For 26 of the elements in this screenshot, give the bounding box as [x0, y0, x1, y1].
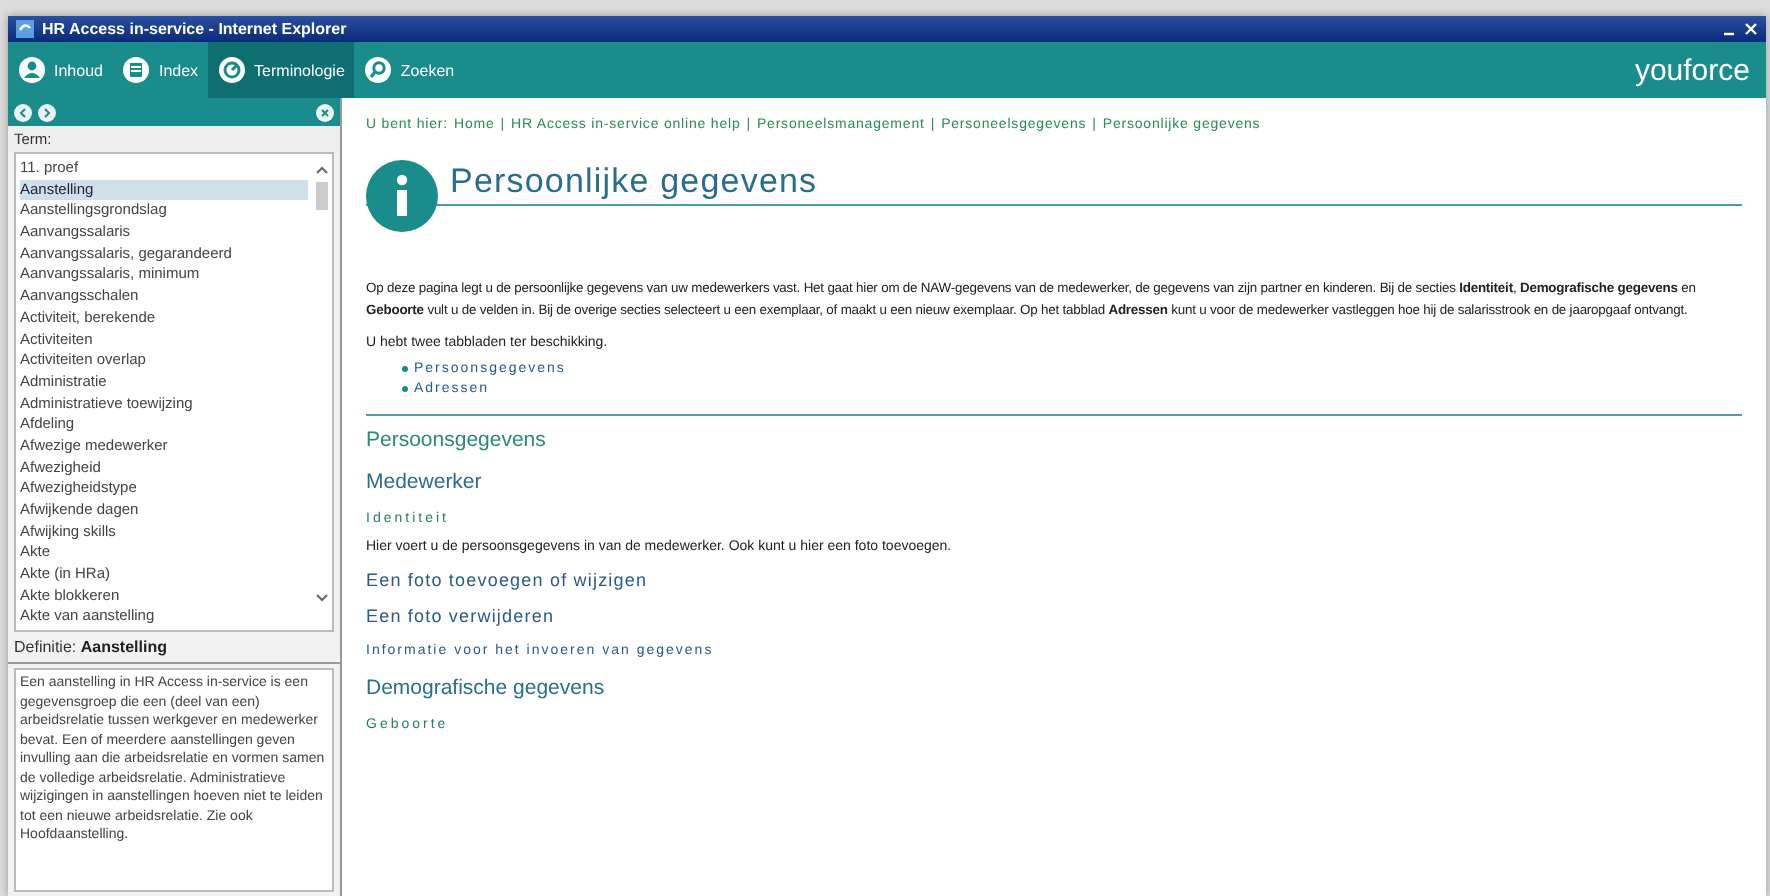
toolbar-tab[interactable]: Inhoud [8, 42, 113, 98]
toolbar-tab[interactable]: Index [112, 42, 209, 98]
browser-icon [16, 20, 34, 38]
scroll-down-icon[interactable] [316, 594, 328, 602]
brand-logo: youforce [1634, 53, 1752, 87]
bullet-icon [402, 366, 408, 372]
window-title: HR Access in-service - Internet Explorer [42, 20, 349, 38]
scroll-up-icon[interactable] [316, 166, 328, 174]
info-icon [366, 160, 438, 232]
definition-term: Aanstelling [80, 638, 167, 656]
section-heading: Persoonsgegevens [366, 428, 548, 452]
back-icon[interactable] [14, 103, 32, 121]
subsection-heading: Medewerker [366, 470, 484, 494]
toolbar-tab[interactable]: Terminologie [208, 42, 355, 98]
index-icon [122, 56, 151, 84]
close-icon[interactable] [1744, 22, 1758, 36]
scrollbar-thumb[interactable] [316, 182, 328, 210]
page-title: Persoonlijke gegevens [450, 162, 818, 202]
toolbar-tab[interactable]: Zoeken [354, 42, 465, 98]
subsection-heading: Demografische gegevens [366, 676, 607, 700]
search-icon [364, 56, 393, 84]
bullet-icon [402, 386, 408, 392]
forward-icon[interactable] [38, 103, 56, 121]
definition-label: Definitie: [14, 638, 77, 656]
section-link[interactable]: Een foto toevoegen of wijzigen [366, 570, 1742, 590]
section-link[interactable]: Een foto verwijderen [366, 606, 1742, 626]
